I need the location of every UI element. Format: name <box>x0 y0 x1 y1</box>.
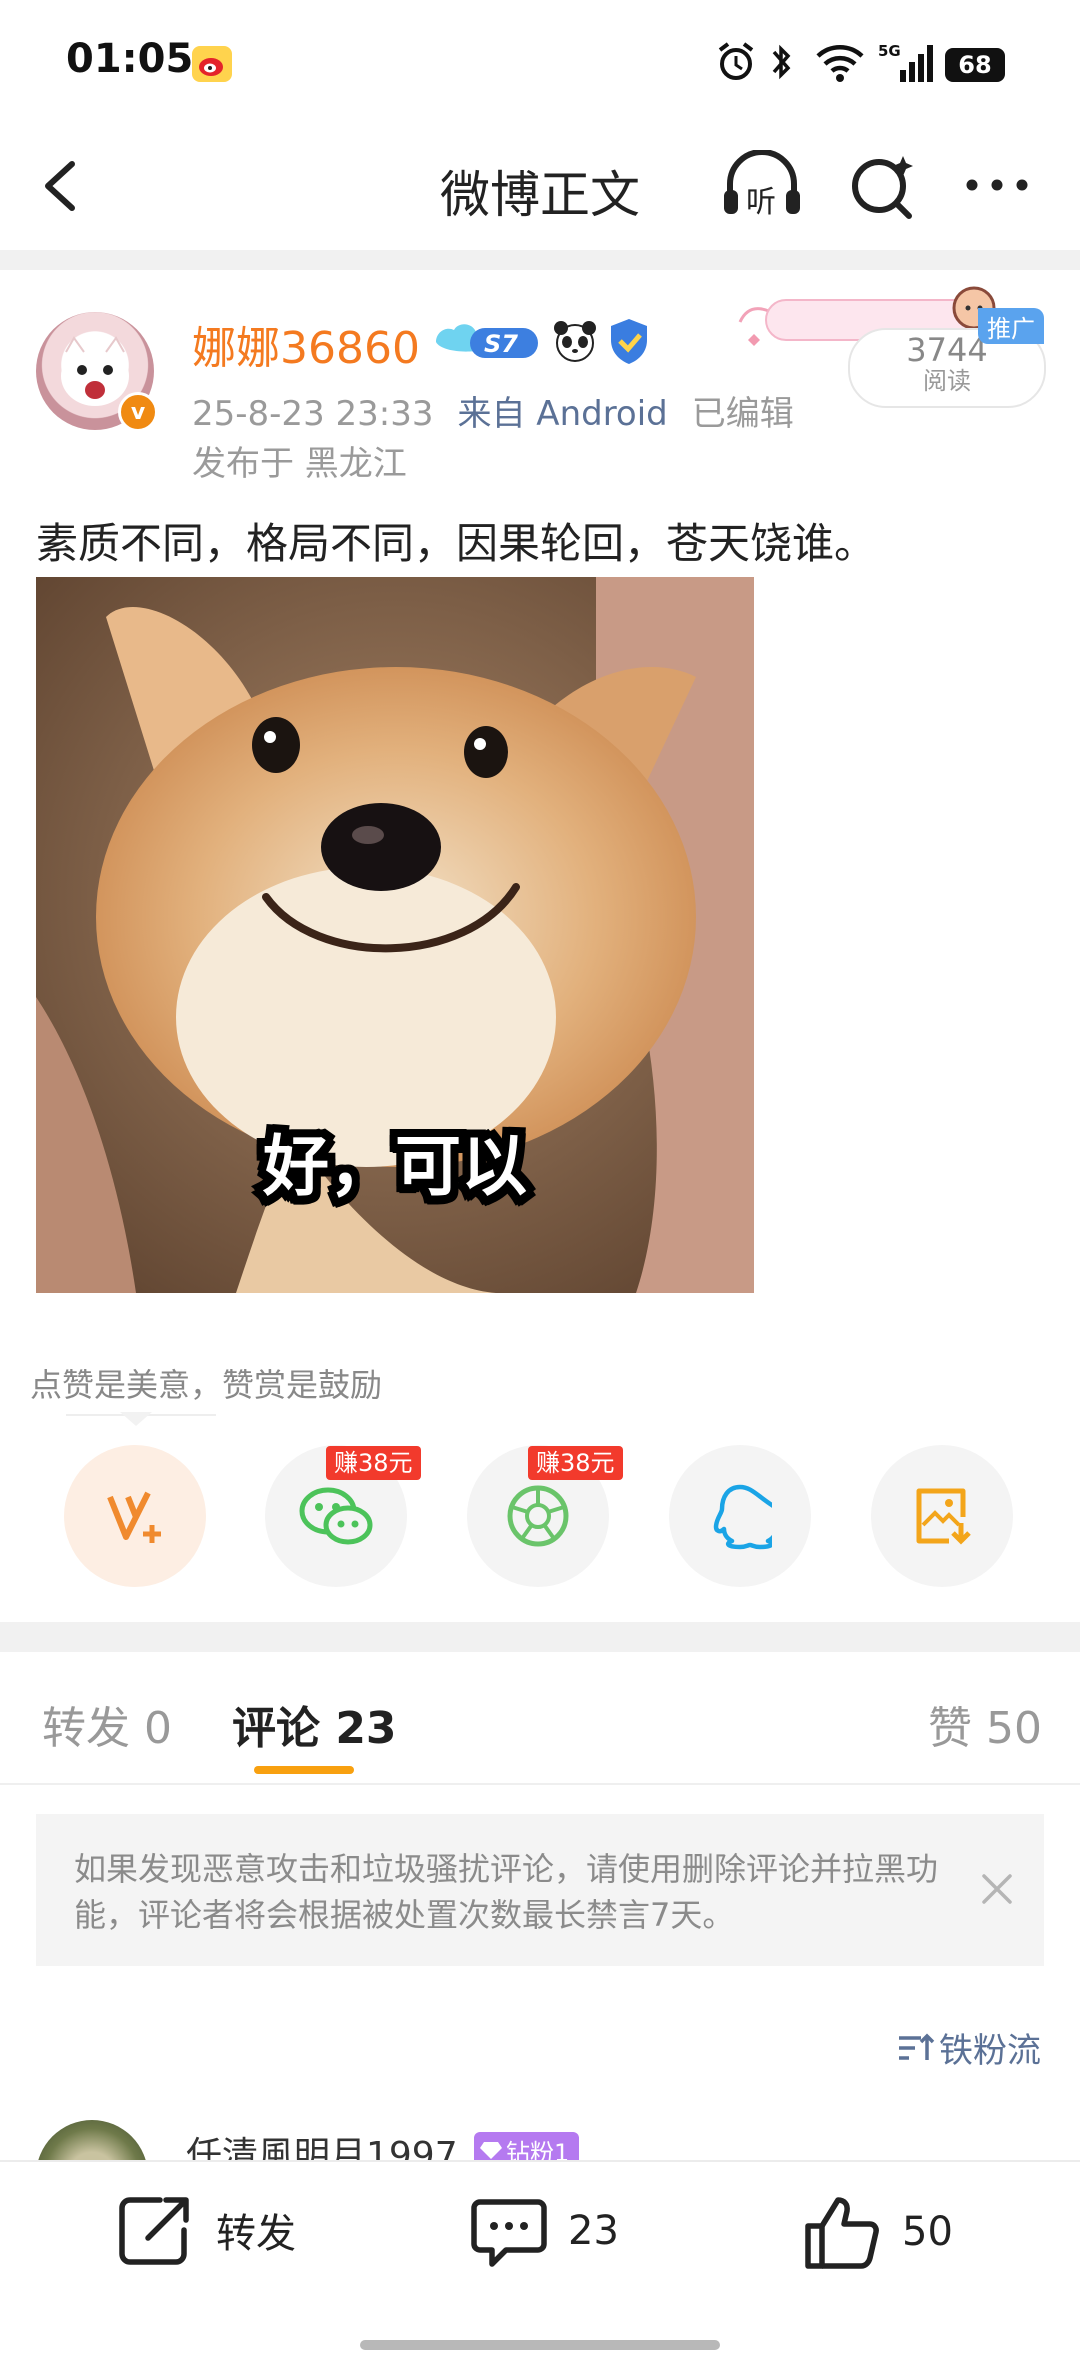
panda-icon <box>554 321 596 362</box>
section-divider <box>0 250 1080 270</box>
post-location: 发布于 黑龙江 <box>192 444 407 484</box>
battery-indicator: 68 <box>945 48 1005 82</box>
shiba-meme-image: 好，可以 <box>36 577 754 1293</box>
reward-button[interactable] <box>64 1445 206 1587</box>
post-time: 25-8-23 23:33 <box>192 394 434 434</box>
diamond-icon <box>480 2142 502 2159</box>
close-icon[interactable] <box>976 1868 1018 1910</box>
save-image-button[interactable] <box>871 1445 1013 1587</box>
repost-label: 转发 <box>216 2211 296 2257</box>
appreciation-hint: 点赞是美意，赞赏是鼓励 <box>30 1366 383 1404</box>
post-image[interactable]: 好，可以 <box>36 577 754 1293</box>
member-level-badge[interactable]: S7 <box>432 320 542 364</box>
comment-notice: 如果发现恶意攻击和垃圾骚扰评论，请使用删除评论并拉黑功能，评论者将会根据被处置次… <box>36 1814 1044 1966</box>
repost-icon <box>119 2197 189 2265</box>
home-indicator[interactable] <box>360 2340 720 2350</box>
listen-button[interactable]: 听 <box>720 149 804 222</box>
like-button[interactable]: 50 <box>802 2192 953 2272</box>
qq-penguin-icon <box>713 1484 772 1550</box>
level-badge-text: S7 <box>484 330 518 358</box>
notice-text: 如果发现恶意攻击和垃圾骚扰评论，请使用删除评论并拉黑功能，评论者将会根据被处置次… <box>74 1850 939 1934</box>
active-tab-indicator <box>254 1766 354 1774</box>
hint-pointer <box>120 1412 152 1426</box>
save-image-icon <box>916 1488 971 1545</box>
tabs-divider <box>0 1783 1080 1785</box>
comment-count: 23 <box>568 2208 619 2254</box>
alarm-icon <box>718 42 754 80</box>
tab-comment[interactable]: 评论 23 <box>232 1692 397 1756</box>
listen-label: 听 <box>746 185 776 220</box>
reward-v-plus-icon <box>107 1491 161 1543</box>
share-qq-button[interactable] <box>669 1445 811 1587</box>
moments-earn-badge: 赚38元 <box>528 1446 623 1480</box>
post-source[interactable]: 来自 Android <box>458 394 668 434</box>
tab-like[interactable]: 赞 50 <box>928 1692 1042 1756</box>
comment-button[interactable]: 23 <box>470 2192 619 2270</box>
promotion-badge[interactable]: 推广 <box>978 308 1044 344</box>
post-text: 素质不同，格局不同，因果轮回，苍天饶谁。 <box>36 519 877 568</box>
wechat-icon <box>299 1487 373 1545</box>
search-icon[interactable] <box>845 148 921 224</box>
tab-repost[interactable]: 转发 0 <box>42 1692 172 1756</box>
author-name[interactable]: 娜娜36860 <box>192 312 420 376</box>
moments-icon <box>507 1485 569 1547</box>
verified-badge-icon: v <box>118 392 158 432</box>
sort-label: 铁粉流 <box>939 2031 1041 2071</box>
bluetooth-icon <box>772 44 791 80</box>
repost-button[interactable]: 转发 <box>116 2192 296 2268</box>
more-options-icon[interactable] <box>962 170 1032 200</box>
thumbs-up-icon <box>805 2197 879 2269</box>
comment-icon <box>471 2199 547 2267</box>
sort-toggle[interactable]: 铁粉流 <box>895 2023 1041 2072</box>
wifi-icon <box>816 45 864 82</box>
edited-label[interactable]: 已编辑 <box>692 394 794 434</box>
svg-text:5G: 5G <box>878 42 901 60</box>
image-caption: 好，可以 <box>262 1128 527 1205</box>
shield-badge-icon <box>611 319 647 364</box>
section-divider <box>0 1622 1080 1652</box>
read-label: 阅读 <box>923 367 971 395</box>
sort-icon <box>899 2033 935 2060</box>
like-count: 50 <box>902 2209 953 2255</box>
weibo-notification-icon <box>192 46 232 82</box>
cellular-signal-icon: 5G <box>878 42 933 82</box>
status-time: 01:05 <box>66 36 194 82</box>
post-meta: 25-8-23 23:33 来自 Android 已编辑 <box>192 386 818 435</box>
wechat-earn-badge: 赚38元 <box>326 1446 421 1480</box>
headphones-icon: 听 <box>724 149 800 220</box>
